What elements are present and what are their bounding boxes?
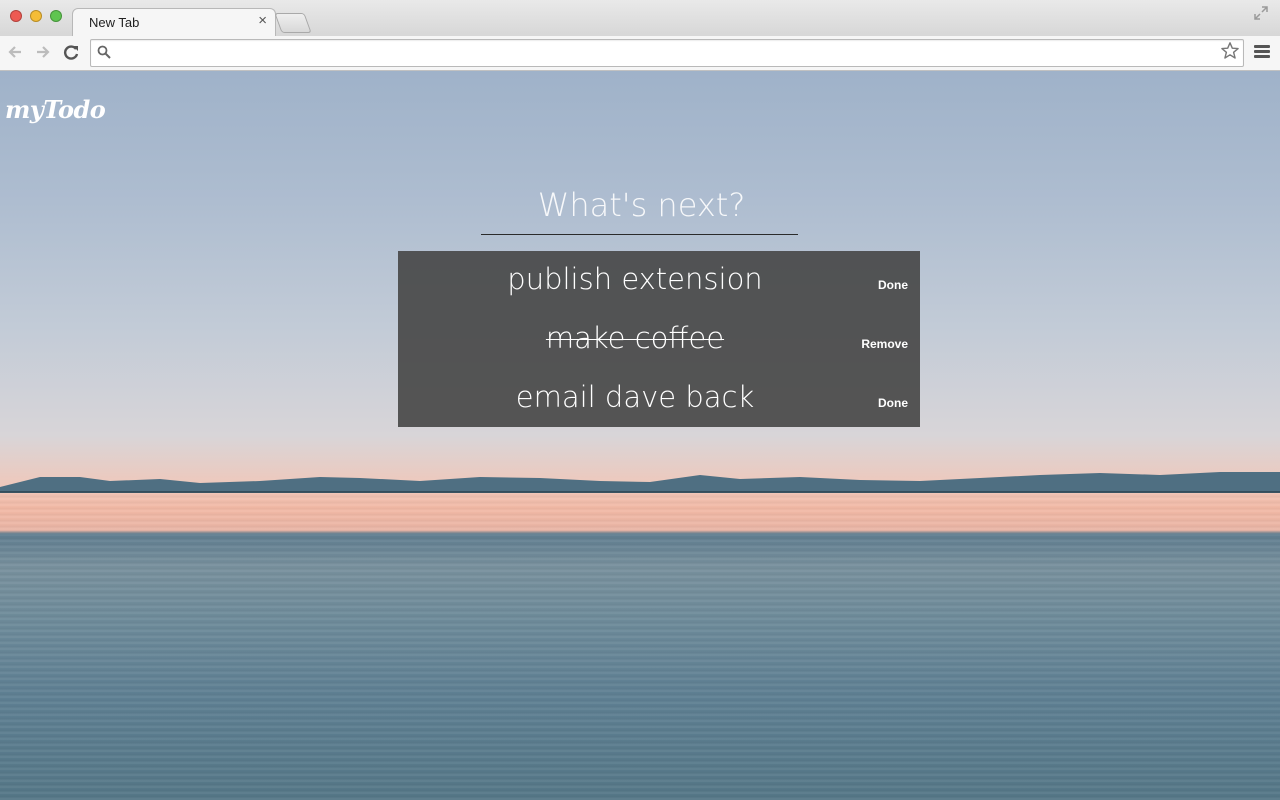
- list-item: publish extension Done: [398, 251, 920, 310]
- todo-text-completed[interactable]: make coffee: [398, 321, 872, 355]
- tab-close-icon[interactable]: ×: [258, 13, 267, 29]
- forward-button[interactable]: [32, 42, 52, 62]
- reload-icon: [64, 45, 79, 60]
- new-todo-input[interactable]: [481, 176, 802, 234]
- star-icon[interactable]: [1219, 41, 1241, 63]
- water-texture: [0, 491, 1280, 800]
- browser-toolbar: [0, 36, 1280, 71]
- close-window-button[interactable]: [10, 10, 22, 22]
- hamburger-menu-icon[interactable]: [1254, 45, 1270, 59]
- todo-list: publish extension Done make coffee Remov…: [398, 251, 920, 427]
- remove-button[interactable]: Remove: [848, 337, 908, 351]
- list-item: email dave back Done: [398, 369, 920, 428]
- arrow-left-icon: [8, 46, 21, 58]
- mountain-silhouette: [0, 472, 1280, 493]
- new-tab-button[interactable]: [274, 13, 312, 33]
- arrow-right-icon: [37, 46, 50, 58]
- back-button[interactable]: [6, 42, 26, 62]
- search-icon: [97, 45, 111, 59]
- new-todo-field[interactable]: [481, 176, 802, 235]
- browser-titlebar: New Tab ×: [0, 0, 1280, 38]
- minimize-window-button[interactable]: [30, 10, 42, 22]
- list-item: make coffee Remove: [398, 310, 920, 369]
- address-input[interactable]: [119, 42, 1203, 64]
- todo-text[interactable]: publish extension: [398, 262, 872, 296]
- active-tab[interactable]: New Tab ×: [72, 8, 276, 38]
- app-logo: myTodo: [5, 95, 106, 124]
- tab-title: New Tab: [89, 15, 140, 30]
- reload-button[interactable]: [61, 42, 81, 62]
- done-button[interactable]: Done: [848, 396, 908, 410]
- zoom-window-button[interactable]: [50, 10, 62, 22]
- todo-text[interactable]: email dave back: [398, 380, 872, 414]
- done-button[interactable]: Done: [848, 278, 908, 292]
- new-tab-page: myTodo publish extension Done make coffe…: [0, 71, 1280, 800]
- fullscreen-icon[interactable]: [1254, 6, 1268, 20]
- address-bar[interactable]: [90, 39, 1244, 67]
